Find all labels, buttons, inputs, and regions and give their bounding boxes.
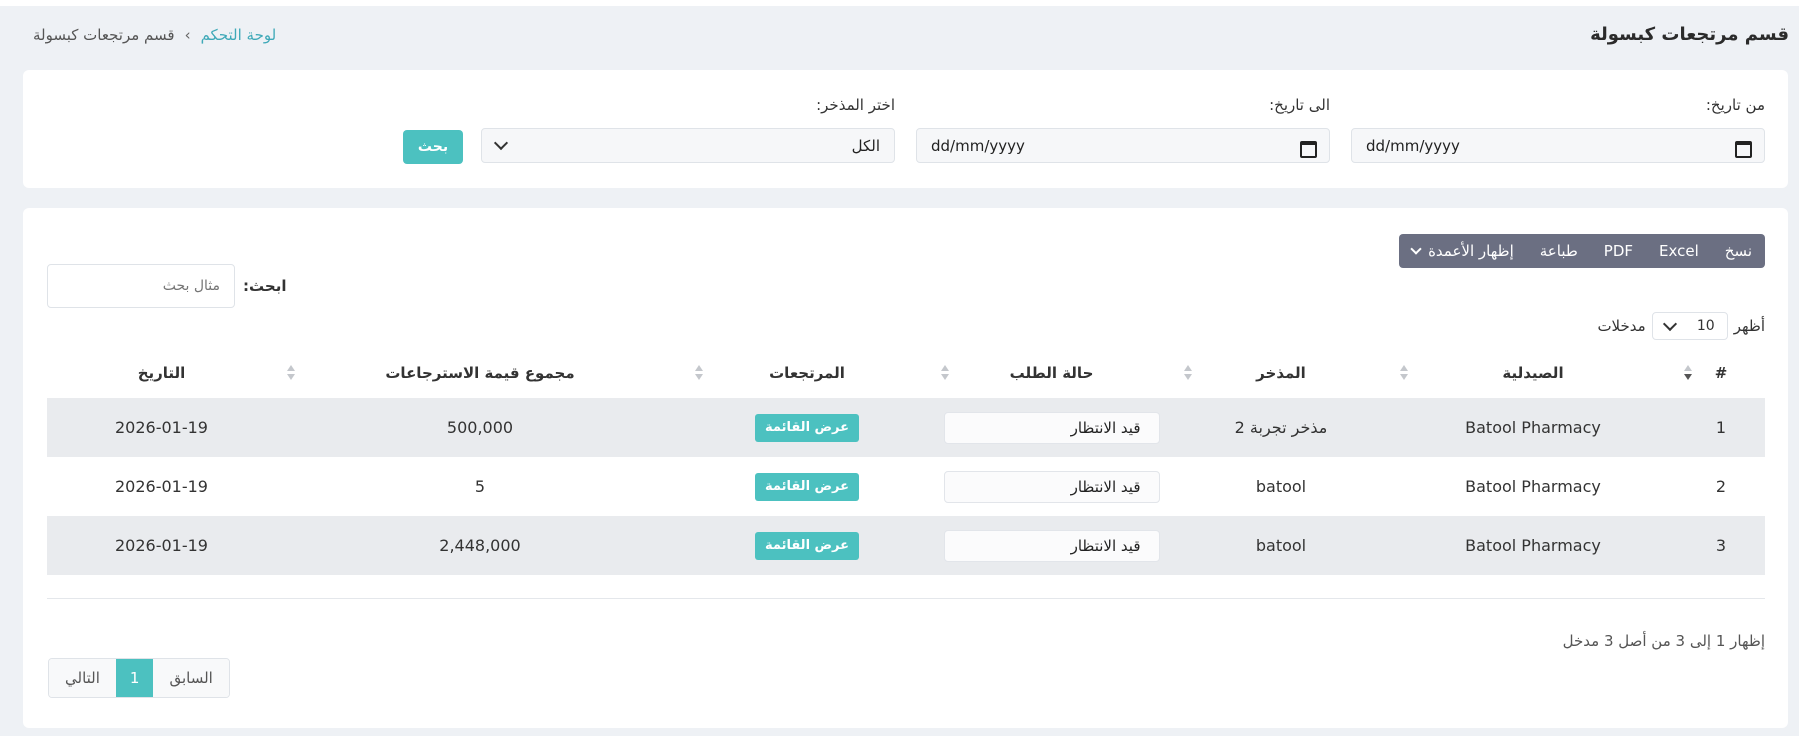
column-header-returns[interactable]: المرتجعات [684,348,930,398]
row-returns-cell: عرض القائمة [684,457,930,516]
row-total: 5 [474,477,486,496]
pagination: السابق 1 التالي [48,658,230,698]
breadcrumb-separator-icon: › [184,26,191,44]
row-pharmacy: Batool Pharmacy [1389,398,1677,457]
search-label: ابحث: [243,277,287,295]
table-info: إظهار 1 إلى 3 من أصل 3 مدخل [1562,632,1765,650]
table-row: 2 Batool Pharmacy batool قيد الانتظار عر… [47,457,1765,516]
row-store: batool [1255,477,1307,496]
table-card: نسخ Excel PDF طباعة إظهار الأعمدة ابحث: … [23,208,1788,728]
column-header-total[interactable]: مجموع قيمة الاسترجاعات [276,348,684,398]
search-button[interactable]: بحث [403,130,463,164]
table-row: 3 Batool Pharmacy batool قيد الانتظار عر… [47,516,1765,575]
page-length-value: 10 [1696,318,1715,334]
row-pharmacy: Batool Pharmacy [1389,516,1677,575]
row-status-select[interactable]: قيد الانتظار [943,411,1160,444]
chevron-down-icon [493,135,509,151]
row-number: 3 [1677,516,1765,575]
pagination-page-1[interactable]: 1 [115,659,154,697]
store-select-value: الكل [851,136,880,155]
chevron-down-icon [1662,316,1677,331]
row-total: 2,448,000 [276,516,684,575]
top-strip [0,0,1799,6]
copy-button[interactable]: نسخ [1712,234,1765,268]
row-number: 2 [1715,477,1727,496]
row-number: 1 [1677,398,1765,457]
calendar-icon[interactable] [1299,138,1317,158]
returns-table: # الصيدلية المذخر حالة الطلب المرتجعات م… [47,348,1765,575]
excel-button[interactable]: Excel [1646,234,1712,268]
row-store: batool [1173,516,1389,575]
length-suffix: مدخلات [1597,317,1646,335]
breadcrumb-current: قسم مرتجعات كبسولة [33,26,175,44]
store-select[interactable]: الكل [481,128,895,163]
page-length-select[interactable]: 10 [1651,312,1728,340]
view-list-button[interactable]: عرض القائمة [754,531,860,560]
row-total: 500,000 [276,398,684,457]
from-date-value: dd/mm/yyyy [1366,136,1460,155]
table-row: 1 Batool Pharmacy مذخر تجربة 2 قيد الانت… [47,398,1765,457]
from-date-label: من تاريخ: [1705,96,1765,114]
filter-card: من تاريخ: dd/mm/yyyy الى تاريخ: dd/mm/yy… [23,70,1788,188]
column-visibility-label: إظهار الأعمدة [1428,242,1514,260]
sort-icon [1183,365,1193,383]
breadcrumb: لوحة التحكم › قسم مرتجعات كبسولة [33,26,276,44]
sort-icon [694,365,704,383]
calendar-icon[interactable] [1734,138,1752,158]
sort-icon [286,365,296,383]
row-date: 2026-01-19 [47,516,276,575]
pagination-previous-button[interactable]: السابق [153,659,229,697]
print-button[interactable]: طباعة [1527,234,1591,268]
row-status-cell: قيد الانتظار [930,516,1173,575]
row-status-select[interactable]: قيد الانتظار [943,470,1160,503]
row-status-select[interactable]: قيد الانتظار [943,529,1160,562]
store-label: اختر المذخر: [816,96,895,114]
sort-icon [1399,365,1409,383]
row-pharmacy: Batool Pharmacy [1465,477,1601,496]
chevron-down-icon [1410,243,1422,255]
to-date-label: الى تاريخ: [1269,96,1330,114]
row-store: مذخر تجربة 2 [1173,398,1389,457]
table-header-row: # الصيدلية المذخر حالة الطلب المرتجعات م… [47,348,1765,398]
to-date-value: dd/mm/yyyy [931,136,1025,155]
pagination-next-button[interactable]: التالي [49,659,116,697]
column-header-date[interactable]: التاريخ [47,348,276,398]
row-returns-cell: عرض القائمة [684,398,930,457]
row-date: 2026-01-19 [115,477,208,496]
page-header: قسم مرتجعات كبسولة لوحة التحكم › قسم مرت… [0,18,1799,54]
page-length-control: أظهر 10 مدخلات [1597,312,1765,340]
page-title: قسم مرتجعات كبسولة [1590,24,1789,45]
view-list-button[interactable]: عرض القائمة [754,413,860,442]
column-header-pharmacy[interactable]: الصيدلية [1389,348,1677,398]
from-date-input[interactable]: dd/mm/yyyy [1351,128,1765,163]
pdf-button[interactable]: PDF [1591,234,1646,268]
column-visibility-button[interactable]: إظهار الأعمدة [1399,234,1527,268]
breadcrumb-home-link[interactable]: لوحة التحكم [201,26,277,44]
length-prefix: أظهر [1733,317,1765,335]
column-header-number[interactable]: # [1677,348,1765,398]
table-divider [47,598,1765,599]
to-date-input[interactable]: dd/mm/yyyy [916,128,1330,163]
table-search: ابحث: [47,264,286,308]
column-header-status[interactable]: حالة الطلب [930,348,1173,398]
export-button-group: نسخ Excel PDF طباعة إظهار الأعمدة [1399,234,1765,268]
sort-icon [940,365,950,383]
search-input[interactable] [47,264,235,308]
row-status-cell: قيد الانتظار [930,457,1173,516]
column-header-store[interactable]: المذخر [1173,348,1389,398]
row-date: 2026-01-19 [47,398,276,457]
row-returns-cell: عرض القائمة [684,516,930,575]
view-list-button[interactable]: عرض القائمة [754,472,860,501]
row-status-cell: قيد الانتظار [930,398,1173,457]
sort-icon [1683,365,1693,383]
